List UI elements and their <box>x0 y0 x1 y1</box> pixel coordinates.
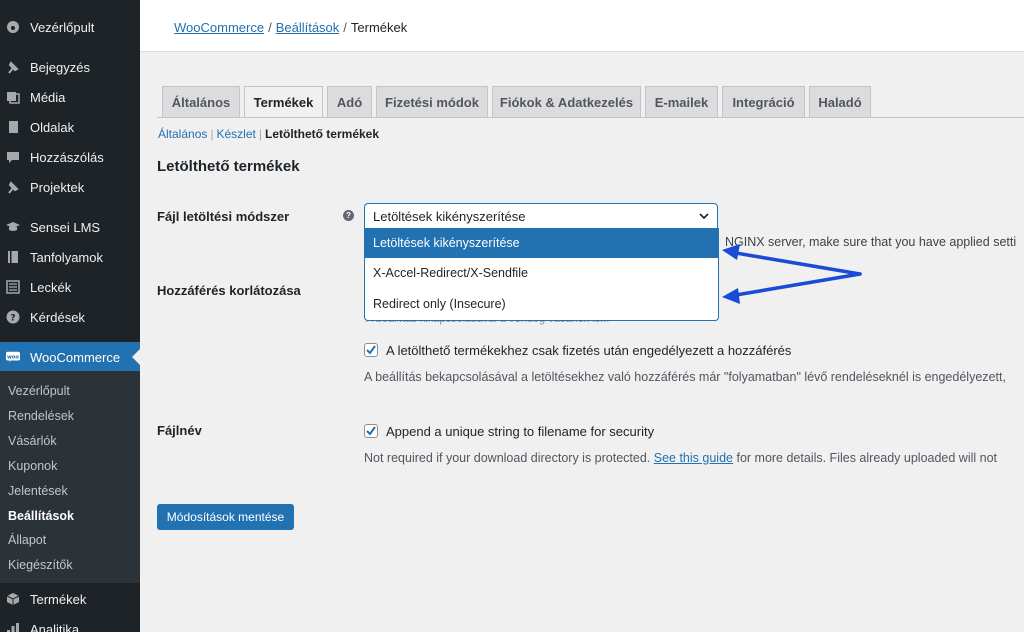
section-title: Letölthető termékek <box>157 158 300 175</box>
tab-divider <box>157 117 1024 118</box>
menu-label: Sensei LMS <box>30 219 101 235</box>
filename-checkbox[interactable] <box>364 424 378 438</box>
submenu-item[interactable]: Vásárlók <box>8 434 57 448</box>
comment-icon <box>6 150 20 164</box>
chart-icon <box>6 622 20 632</box>
filename-label: Fájlnév <box>157 423 202 438</box>
tab-advanced[interactable]: Haladó <box>809 86 871 117</box>
filename-desc-text: for more details. Files already uploaded… <box>736 451 998 465</box>
save-changes-button[interactable]: Módosítások mentése <box>157 504 294 530</box>
breadcrumb-link-settings[interactable]: Beállítások <box>276 20 340 35</box>
tab-general[interactable]: Általános <box>162 86 240 117</box>
media-icon <box>6 90 20 104</box>
submenu-item[interactable]: Rendelések <box>8 409 74 423</box>
woocommerce-submenu: Vezérlőpult Rendelések Vásárlók Kuponok … <box>0 371 140 583</box>
download-method-label: Fájl letöltési módszer <box>157 209 290 224</box>
tab-accounts[interactable]: Fiókok & Adatkezelés <box>492 86 641 117</box>
submenu-item[interactable]: Vezérlőpult <box>8 384 70 398</box>
chevron-down-icon <box>699 213 709 220</box>
access-description: A beállítás bekapcsolásával a letöltések… <box>364 370 1006 384</box>
filename-desc-text: Not required if your download directory … <box>364 451 651 465</box>
menu-label: Oldalak <box>30 119 75 135</box>
submenu-item[interactable]: Kuponok <box>8 459 57 473</box>
menu-projects[interactable]: Projektek <box>0 172 140 202</box>
menu-woocommerce[interactable]: woo WooCommerce <box>0 342 140 372</box>
tab-products[interactable]: Termékek <box>244 86 323 118</box>
breadcrumb-separator: / <box>343 20 347 35</box>
breadcrumb: WooCommerce / Beállítások / Termékek <box>174 20 407 35</box>
menu-dashboard[interactable]: Vezérlőpult <box>0 12 140 42</box>
tab-integration[interactable]: Integráció <box>722 86 805 117</box>
woo-icon: woo <box>6 350 20 364</box>
graduation-cap-icon <box>6 220 20 234</box>
menu-sensei[interactable]: Sensei LMS <box>0 212 140 242</box>
checkmark-icon <box>366 426 376 436</box>
page-icon <box>6 120 20 134</box>
access-checkbox-label[interactable]: A letölthető termékekhez csak fizetés ut… <box>386 343 791 358</box>
menu-analytics[interactable]: Analitika <box>0 614 140 632</box>
subnav-downloadable: Letölthető termékek <box>264 127 380 141</box>
tab-payments[interactable]: Fizetési módok <box>376 86 488 117</box>
subnav-separator: | <box>258 127 262 141</box>
subnav-separator: | <box>210 127 214 141</box>
annotation-arrows <box>722 244 862 304</box>
box-icon <box>6 592 20 606</box>
breadcrumb-link-woocommerce[interactable]: WooCommerce <box>174 20 264 35</box>
menu-pages[interactable]: Oldalak <box>0 112 140 142</box>
section-subnav: Általános | Készlet | Letölthető termékek <box>158 127 379 141</box>
menu-label: Vezérlőpult <box>30 19 95 35</box>
access-checkbox[interactable] <box>364 343 378 357</box>
pin-icon <box>6 60 20 74</box>
menu-label: Kérdések <box>30 309 85 325</box>
menu-label: Analitika <box>30 621 80 632</box>
menu-label: Tanfolyamok <box>30 249 103 265</box>
breadcrumb-current: Termékek <box>350 20 408 35</box>
book-icon <box>6 250 20 264</box>
menu-courses[interactable]: Tanfolyamok <box>0 242 140 272</box>
filename-description: Not required if your download directory … <box>364 451 997 465</box>
select-value: Letöltések kikényszerítése <box>373 208 526 224</box>
menu-label: Média <box>30 89 66 105</box>
menu-label: WooCommerce <box>30 349 121 365</box>
menu-label: Leckék <box>30 279 72 295</box>
subnav-general[interactable]: Általános <box>158 127 207 141</box>
submenu-item[interactable]: Állapot <box>8 533 46 547</box>
breadcrumb-separator: / <box>268 20 272 35</box>
help-icon[interactable]: ? <box>343 210 354 221</box>
menu-label: Termékek <box>30 591 87 607</box>
menu-comments[interactable]: Hozzászólás <box>0 142 140 172</box>
list-icon <box>6 280 20 294</box>
menu-posts[interactable]: Bejegyzés <box>0 52 140 82</box>
subnav-inventory[interactable]: Készlet <box>217 127 256 141</box>
option-force-downloads[interactable]: Letöltések kikényszerítése <box>365 228 718 258</box>
submenu-item-current[interactable]: Beállítások <box>8 509 74 523</box>
filename-checkbox-label[interactable]: Append a unique string to filename for s… <box>386 424 654 439</box>
checkmark-icon <box>366 345 376 355</box>
submenu-item[interactable]: Kiegészítők <box>8 558 73 572</box>
download-method-select[interactable]: Letöltések kikényszerítése <box>364 203 718 229</box>
see-guide-link[interactable]: See this guide <box>654 451 733 465</box>
submenu-item[interactable]: Jelentések <box>8 484 68 498</box>
menu-products[interactable]: Termékek <box>0 584 140 614</box>
menu-questions[interactable]: ? Kérdések <box>0 302 140 332</box>
tab-tax[interactable]: Adó <box>327 86 372 117</box>
breadcrumb-bar: WooCommerce / Beállítások / Termékek <box>140 0 1024 52</box>
download-method-dropdown: Letöltések kikényszerítése X-Accel-Redir… <box>364 228 719 321</box>
admin-sidebar: Vezérlőpult Bejegyzés Média Oldalak Hozz… <box>0 0 140 632</box>
svg-text:woo: woo <box>7 354 19 360</box>
option-x-accel-redirect[interactable]: X-Accel-Redirect/X-Sendfile <box>365 258 718 288</box>
menu-label: Hozzászólás <box>30 149 104 165</box>
question-icon: ? <box>6 310 20 324</box>
menu-media[interactable]: Média <box>0 82 140 112</box>
dashboard-icon <box>6 20 20 34</box>
access-restriction-label: Hozzáférés korlátozása <box>157 283 301 298</box>
pin-icon <box>6 180 20 194</box>
menu-lessons[interactable]: Leckék <box>0 272 140 302</box>
menu-label: Bejegyzés <box>30 59 90 75</box>
menu-label: Projektek <box>30 179 85 195</box>
tab-emails[interactable]: E-mailek <box>645 86 718 117</box>
svg-text:?: ? <box>10 314 15 324</box>
option-redirect-only[interactable]: Redirect only (Insecure) <box>365 289 718 319</box>
